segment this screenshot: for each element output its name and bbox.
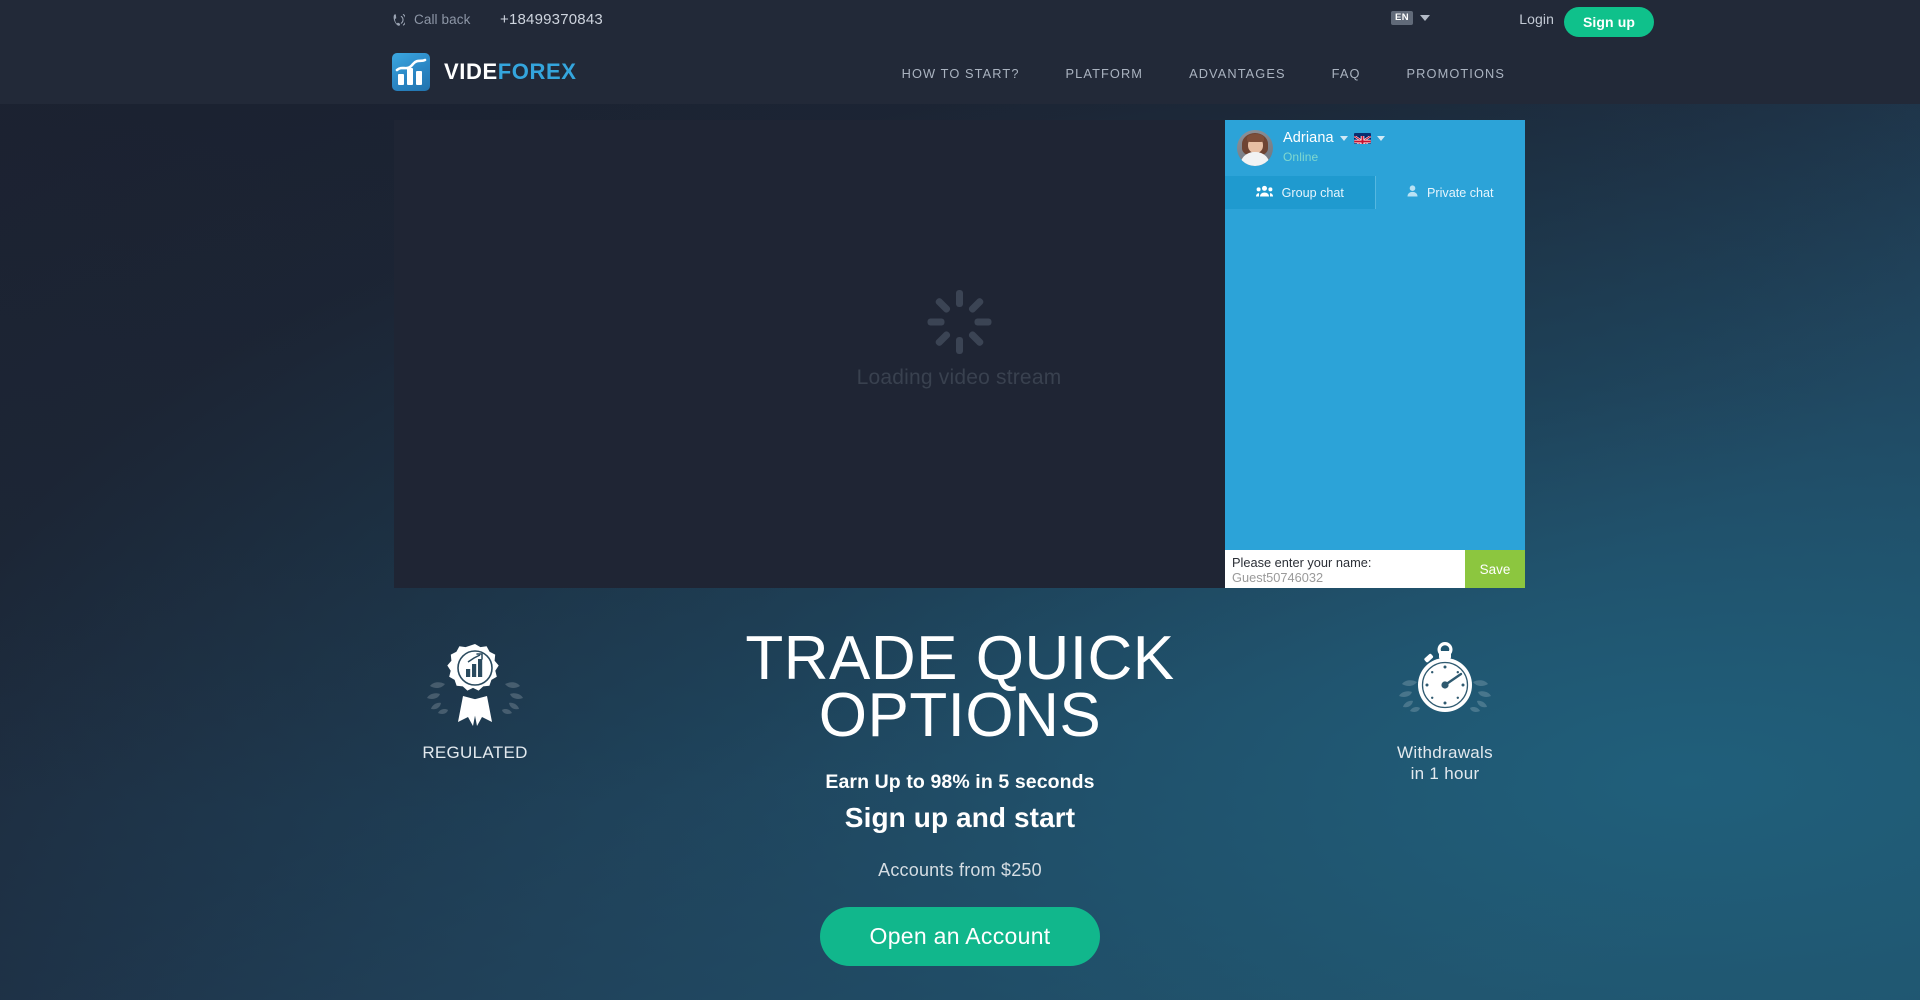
language-badge: EN <box>1391 11 1413 25</box>
chevron-down-icon <box>1420 14 1430 21</box>
chat-header: Adriana Online <box>1225 120 1525 176</box>
main-navigation: HOW TO START? PLATFORM ADVANTAGES FAQ PR… <box>879 42 1920 104</box>
regulated-medal-icon <box>427 644 523 732</box>
save-name-button[interactable]: Save <box>1465 550 1525 588</box>
chat-tabs: Group chat Private chat <box>1225 176 1525 209</box>
badge-regulated: REGULATED <box>360 638 590 764</box>
site-header: VIDEFOREX HOW TO START? PLATFORM ADVANTA… <box>0 42 1920 104</box>
nav-item-faq[interactable]: FAQ <box>1309 66 1384 81</box>
uk-flag-icon[interactable] <box>1353 132 1371 144</box>
badge-withdrawals-caption: Withdrawals in 1 hour <box>1330 743 1560 784</box>
single-user-icon <box>1407 185 1418 200</box>
chat-agent-name-row: Adriana <box>1283 129 1385 147</box>
hero-title-line2: OPTIONS <box>818 681 1102 751</box>
tab-group-chat-label: Group chat <box>1281 185 1344 200</box>
name-input[interactable] <box>1232 570 1458 586</box>
chat-agent-status: Online <box>1283 150 1319 165</box>
group-users-icon <box>1255 185 1273 200</box>
chat-name-entry: Please enter your name: Save <box>1225 550 1525 588</box>
call-back-label: Call back <box>414 12 471 27</box>
logo[interactable]: VIDEFOREX <box>392 53 577 91</box>
chevron-down-icon[interactable] <box>1339 135 1348 141</box>
hero-subtitle-signup: Sign up and start <box>844 802 1076 834</box>
badge-withdrawals: Withdrawals in 1 hour <box>1330 638 1560 784</box>
logo-text-part1: VIDE <box>444 59 498 84</box>
chat-message-area[interactable] <box>1225 209 1525 550</box>
login-link[interactable]: Login <box>1519 11 1554 27</box>
logo-text: VIDEFOREX <box>444 61 577 83</box>
hero-accounts-note: Accounts from $250 <box>878 860 1042 881</box>
badge-regulated-caption: REGULATED <box>422 743 528 762</box>
open-account-button[interactable]: Open an Account <box>819 907 1101 967</box>
nav-item-promotions[interactable]: PROMOTIONS <box>1384 66 1528 81</box>
badge-withdrawals-caption-line1: Withdrawals <box>1397 743 1493 762</box>
hero-content: TRADE QUICK OPTIONS Earn Up to 98% in 5 … <box>610 628 1310 967</box>
hero-section: REGULATED Withdrawals in 1 hour TRADE QU… <box>0 600 1920 1000</box>
chat-agent-identity: Adriana Online <box>1283 129 1385 167</box>
nav-item-advantages[interactable]: ADVANTAGES <box>1166 66 1309 81</box>
page-title: TRADE QUICK OPTIONS <box>610 628 1310 747</box>
phone-callback-icon <box>392 13 407 27</box>
call-back-button[interactable]: Call back <box>392 12 470 27</box>
name-field-wrapper[interactable]: Please enter your name: <box>1225 550 1465 588</box>
logo-text-part2: FOREX <box>497 59 577 84</box>
videforex-chart-logo-icon <box>392 53 430 91</box>
badge-withdrawals-caption-line2: in 1 hour <box>1410 763 1480 783</box>
chevron-down-icon-language[interactable] <box>1376 135 1385 141</box>
stopwatch-icon <box>1397 642 1493 732</box>
loading-spinner-icon <box>927 290 991 354</box>
name-prompt-label: Please enter your name: <box>1232 554 1372 570</box>
language-selector[interactable]: EN <box>1391 11 1430 25</box>
live-chat-widget: Adriana Online Group chat Private chat P… <box>1225 120 1525 588</box>
avatar[interactable] <box>1237 130 1273 166</box>
tab-group-chat[interactable]: Group chat <box>1225 176 1375 209</box>
tab-private-chat[interactable]: Private chat <box>1374 176 1525 209</box>
nav-item-platform[interactable]: PLATFORM <box>1043 66 1167 81</box>
top-utility-bar: Call back +18499370843 EN Login Sign up <box>0 0 1920 42</box>
hero-subtitle-earn: Earn Up to 98% in 5 seconds <box>825 771 1095 794</box>
phone-number[interactable]: +18499370843 <box>500 11 603 28</box>
chat-agent-name: Adriana <box>1283 129 1334 146</box>
signup-button[interactable]: Sign up <box>1563 7 1654 37</box>
tab-private-chat-label: Private chat <box>1427 185 1494 200</box>
nav-item-how-to-start[interactable]: HOW TO START? <box>879 66 1043 81</box>
